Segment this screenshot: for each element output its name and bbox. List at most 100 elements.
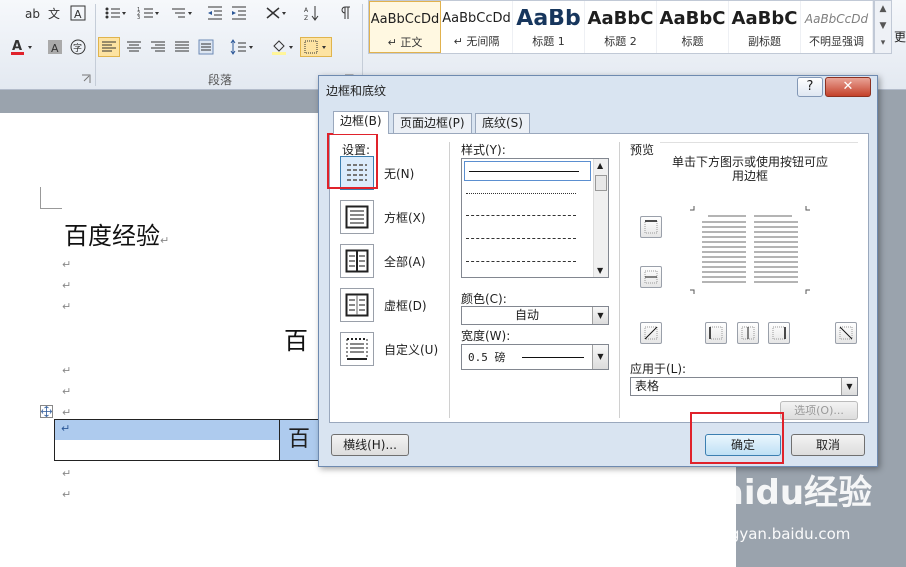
align-left-button[interactable] xyxy=(98,37,120,57)
help-button[interactable]: ? xyxy=(797,77,823,97)
left-border-button[interactable] xyxy=(705,322,727,344)
setting-custom[interactable]: 自定义(U) xyxy=(340,332,438,366)
inside-vertical-button[interactable] xyxy=(737,322,759,344)
borders-panel: 设置: 无(N) 方框(X) 全部(A) 虚框(D) 自定义(U) 样式(Y):… xyxy=(329,133,869,423)
numbering-button[interactable]: 123 xyxy=(134,3,162,23)
enclose-button[interactable]: 字 xyxy=(68,37,88,57)
setting-grid[interactable]: 虚框(D) xyxy=(340,288,427,322)
borders-button[interactable] xyxy=(300,37,332,57)
font-color-button[interactable]: A xyxy=(8,37,36,57)
color-select[interactable]: 自动 ▼ xyxy=(461,306,609,325)
table-cell[interactable]: ↵ xyxy=(55,420,279,440)
line-style-dotted[interactable] xyxy=(466,193,576,194)
top-border-icon xyxy=(644,220,658,234)
justify-icon xyxy=(175,41,189,52)
setting-all[interactable]: 全部(A) xyxy=(340,244,426,278)
tab-borders[interactable]: 边框(B) xyxy=(333,111,389,134)
dropdown-arrow-icon[interactable]: ▼ xyxy=(592,345,608,369)
style-item-heading-1[interactable]: AaBb 标题 1 xyxy=(513,1,585,53)
diagonal-up-button[interactable] xyxy=(640,322,662,344)
table-move-handle[interactable] xyxy=(40,405,53,418)
style-sample: AaBbCcDd xyxy=(442,11,511,26)
distribute-button[interactable] xyxy=(195,37,217,57)
scroll-thumb[interactable] xyxy=(595,175,607,191)
width-select[interactable]: 0.5 磅 ▼ xyxy=(461,344,609,370)
diagonal-down-button[interactable] xyxy=(835,322,857,344)
scroll-up-icon[interactable]: ▲ xyxy=(597,161,603,170)
svg-text:文: 文 xyxy=(48,6,60,21)
ribbon-separator xyxy=(95,4,96,86)
line-style-dashed[interactable] xyxy=(466,238,576,239)
line-style-solid xyxy=(469,171,579,172)
enclose-char-button[interactable]: 文 xyxy=(45,3,65,23)
align-center-button[interactable] xyxy=(123,37,145,57)
setting-box[interactable]: 方框(X) xyxy=(340,200,426,234)
justify-button[interactable] xyxy=(171,37,193,57)
setting-label: 方框(X) xyxy=(384,210,426,225)
shading-button[interactable] xyxy=(268,37,296,57)
scroll-down-icon[interactable]: ▼ xyxy=(597,266,603,275)
diagonal-up-icon xyxy=(644,326,658,340)
multilevel-list-button[interactable] xyxy=(168,3,196,23)
line-style-listbox[interactable]: ▲ ▼ xyxy=(461,158,609,278)
char-shading-button[interactable]: A xyxy=(45,37,65,57)
scroll-up-icon[interactable]: ▲ xyxy=(875,1,891,18)
color-label: 颜色(C): xyxy=(461,292,507,306)
inside-horizontal-button[interactable] xyxy=(640,266,662,288)
change-styles-label[interactable]: 更 xyxy=(894,28,906,45)
paragraph-mark: ↵ xyxy=(62,385,72,398)
align-center-icon xyxy=(127,41,141,52)
options-button[interactable]: 选项(O)... xyxy=(780,401,858,420)
doc-heading: 百度经验↵ xyxy=(64,216,169,251)
style-item-subtitle[interactable]: AaBbC 副标题 xyxy=(729,1,801,53)
line-style-dashed-small[interactable] xyxy=(466,215,576,216)
bullet-list-icon xyxy=(105,7,126,19)
sort-button[interactable]: AZ xyxy=(302,3,322,23)
paragraph-mark: ↵ xyxy=(453,35,463,48)
apply-to-select[interactable]: 表格 ▼ xyxy=(630,377,858,396)
borders-shading-dialog: 边框和底纹 ? ✕ 边框(B) 页面边框(P) 底纹(S) 设置: 无(N) 方… xyxy=(318,75,878,467)
style-item-normal[interactable]: AaBbCcDd ↵ 正文 xyxy=(369,1,441,53)
paragraph-mark: ↵ xyxy=(61,422,71,435)
dropdown-arrow-icon[interactable]: ▼ xyxy=(841,378,857,395)
dropdown-arrow-icon[interactable]: ▼ xyxy=(592,307,608,324)
close-button[interactable]: ✕ xyxy=(825,77,871,97)
line-style-scrollbar[interactable]: ▲ ▼ xyxy=(593,159,608,277)
decrease-indent-icon xyxy=(208,6,222,20)
styles-gallery: AaBbCcDd ↵ 正文 AaBbCcDd ↵ 无间隔 AaBb 标题 1 A… xyxy=(368,0,874,54)
chinese-layout-button[interactable] xyxy=(262,3,290,23)
style-item-no-spacing[interactable]: AaBbCcDd ↵ 无间隔 xyxy=(441,1,513,53)
svg-text:A: A xyxy=(74,8,82,21)
style-name: 标题 1 xyxy=(532,35,565,48)
bullets-button[interactable] xyxy=(101,3,129,23)
horizontal-line-button[interactable]: 横线(H)... xyxy=(331,434,409,456)
char-border-button[interactable]: A xyxy=(68,3,88,23)
line-spacing-button[interactable] xyxy=(228,37,256,57)
line-style-dash-dot[interactable] xyxy=(466,261,576,262)
line-style-selected[interactable] xyxy=(464,161,591,181)
show-marks-button[interactable] xyxy=(336,3,356,23)
phonetic-guide-button[interactable]: ab xyxy=(22,3,42,23)
paragraph-mark: ↵ xyxy=(62,467,72,480)
styles-scroll[interactable]: ▲ ▼ ▾ xyxy=(874,0,892,54)
cancel-button[interactable]: 取消 xyxy=(791,434,865,456)
enclose-char-icon: 文 xyxy=(48,6,60,21)
increase-indent-button[interactable] xyxy=(229,3,249,23)
border-preview[interactable] xyxy=(690,206,810,294)
setting-label: 无(N) xyxy=(384,166,415,181)
more-styles-icon[interactable]: ▾ xyxy=(875,35,891,52)
style-item-subtle-emphasis[interactable]: AaBbCcDd 不明显强调 xyxy=(801,1,873,53)
style-item-title[interactable]: AaBbC 标题 xyxy=(657,1,729,53)
font-dialog-launcher[interactable] xyxy=(81,73,91,83)
tab-page-border[interactable]: 页面边框(P) xyxy=(393,113,472,133)
preview-rule xyxy=(660,142,858,143)
decrease-indent-button[interactable] xyxy=(205,3,225,23)
right-border-button[interactable] xyxy=(768,322,790,344)
top-border-button[interactable] xyxy=(640,216,662,238)
table[interactable]: ↵ 百 xyxy=(54,419,325,461)
tab-shading[interactable]: 底纹(S) xyxy=(475,113,530,133)
align-right-button[interactable] xyxy=(147,37,169,57)
scroll-down-icon[interactable]: ▼ xyxy=(875,18,891,35)
style-name: 标题 2 xyxy=(604,35,637,48)
style-item-heading-2[interactable]: AaBbC 标题 2 xyxy=(585,1,657,53)
